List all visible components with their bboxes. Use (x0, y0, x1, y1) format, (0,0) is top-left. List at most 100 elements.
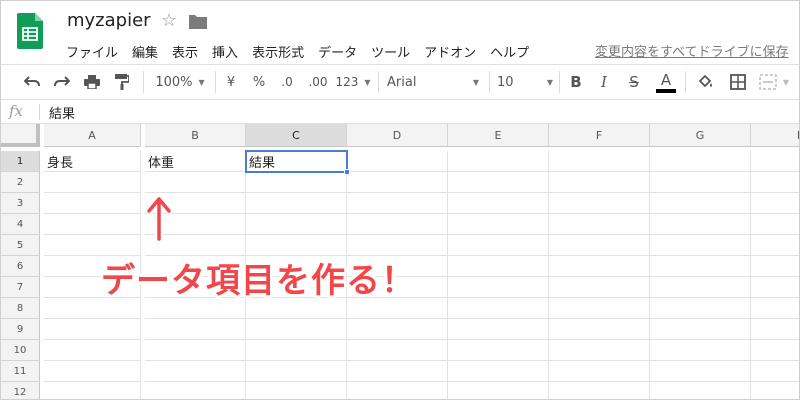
cell-a2[interactable] (44, 172, 141, 193)
menu-format[interactable]: 表示形式 (245, 40, 311, 62)
cell-c3[interactable] (246, 193, 347, 214)
bold-button[interactable]: B (567, 65, 585, 99)
cell-h2[interactable] (751, 172, 799, 193)
cell-f6[interactable] (549, 256, 650, 277)
cell-a3[interactable] (44, 193, 141, 214)
cell-b11[interactable] (145, 361, 246, 382)
cell-d4[interactable] (347, 214, 448, 235)
formula-input[interactable]: 結果 (49, 103, 75, 122)
cell-g5[interactable] (650, 235, 751, 256)
row-header-5[interactable]: 5 (1, 235, 40, 256)
cell-g11[interactable] (650, 361, 751, 382)
cell-h6[interactable] (751, 256, 799, 277)
percent-format-button[interactable]: % (249, 65, 269, 99)
column-header-h[interactable]: H (751, 124, 799, 147)
cell-e3[interactable] (448, 193, 549, 214)
cell-e7[interactable] (448, 277, 549, 298)
row-header-12[interactable]: 12 (1, 382, 40, 399)
increase-decimal-button[interactable]: .00 (305, 65, 331, 99)
cell-g7[interactable] (650, 277, 751, 298)
row-header-9[interactable]: 9 (1, 319, 40, 340)
cell-g2[interactable] (650, 172, 751, 193)
cell-f12[interactable] (549, 382, 650, 399)
cell-e10[interactable] (448, 340, 549, 361)
cell-b12[interactable] (145, 382, 246, 399)
cell-d11[interactable] (347, 361, 448, 382)
cell-c1[interactable]: 結果 (246, 151, 347, 172)
fill-handle[interactable] (344, 169, 350, 175)
column-header-a[interactable]: A (44, 124, 141, 147)
cell-g3[interactable] (650, 193, 751, 214)
cell-g8[interactable] (650, 298, 751, 319)
cell-a10[interactable] (44, 340, 141, 361)
select-all-corner[interactable] (1, 124, 40, 147)
cell-f11[interactable] (549, 361, 650, 382)
cell-b10[interactable] (145, 340, 246, 361)
redo-icon[interactable] (51, 65, 73, 99)
row-header-6[interactable]: 6 (1, 256, 40, 277)
cell-e9[interactable] (448, 319, 549, 340)
column-header-d[interactable]: D (347, 124, 448, 147)
menu-view[interactable]: 表示 (165, 40, 205, 62)
zoom-select[interactable]: 100% ▼ (151, 65, 209, 99)
cell-b2[interactable] (145, 172, 246, 193)
decrease-decimal-button[interactable]: .0 (277, 65, 297, 99)
text-color-button[interactable]: A (655, 65, 677, 99)
row-header-10[interactable]: 10 (1, 340, 40, 361)
cell-a1[interactable]: 身長 (44, 151, 141, 172)
print-icon[interactable] (81, 65, 103, 99)
fill-color-icon[interactable] (695, 65, 717, 99)
column-header-g[interactable]: G (650, 124, 751, 147)
cell-h11[interactable] (751, 361, 799, 382)
cell-c9[interactable] (246, 319, 347, 340)
cell-f4[interactable] (549, 214, 650, 235)
font-select[interactable]: Arial ▼ (387, 65, 479, 99)
cell-h9[interactable] (751, 319, 799, 340)
star-icon[interactable]: ☆ (161, 10, 177, 31)
menu-help[interactable]: ヘルプ (483, 40, 536, 62)
column-header-c[interactable]: C (246, 124, 347, 147)
cell-a12[interactable] (44, 382, 141, 399)
cell-g9[interactable] (650, 319, 751, 340)
cell-e4[interactable] (448, 214, 549, 235)
cell-g1[interactable] (650, 151, 751, 172)
menu-data[interactable]: データ (311, 40, 364, 62)
row-header-3[interactable]: 3 (1, 193, 40, 214)
menu-edit[interactable]: 編集 (125, 40, 165, 62)
merge-cells-icon[interactable]: ▼ (757, 65, 791, 99)
number-format-select[interactable]: 123 ▼ (335, 65, 371, 99)
cell-h1[interactable] (751, 151, 799, 172)
cell-c4[interactable] (246, 214, 347, 235)
cell-d9[interactable] (347, 319, 448, 340)
cell-h7[interactable] (751, 277, 799, 298)
row-header-8[interactable]: 8 (1, 298, 40, 319)
cell-f5[interactable] (549, 235, 650, 256)
paint-format-icon[interactable] (111, 65, 133, 99)
cell-b1[interactable]: 体重 (145, 151, 246, 172)
cell-e11[interactable] (448, 361, 549, 382)
cell-f7[interactable] (549, 277, 650, 298)
cell-d2[interactable] (347, 172, 448, 193)
row-header-2[interactable]: 2 (1, 172, 40, 193)
cell-e12[interactable] (448, 382, 549, 399)
cell-g4[interactable] (650, 214, 751, 235)
row-header-1[interactable]: 1 (1, 151, 40, 172)
cell-g12[interactable] (650, 382, 751, 399)
column-header-e[interactable]: E (448, 124, 549, 147)
cell-f8[interactable] (549, 298, 650, 319)
row-header-11[interactable]: 11 (1, 361, 40, 382)
cell-d1[interactable] (347, 151, 448, 172)
column-header-f[interactable]: F (549, 124, 650, 147)
font-size-select[interactable]: 10 ▼ (497, 65, 553, 99)
borders-icon[interactable] (727, 65, 749, 99)
row-header-4[interactable]: 4 (1, 214, 40, 235)
cell-e8[interactable] (448, 298, 549, 319)
cell-f9[interactable] (549, 319, 650, 340)
cell-a11[interactable] (44, 361, 141, 382)
sheets-logo[interactable] (17, 13, 43, 49)
menu-file[interactable]: ファイル (59, 40, 125, 62)
row-header-7[interactable]: 7 (1, 277, 40, 298)
strikethrough-button[interactable]: S (625, 65, 643, 99)
cell-a4[interactable] (44, 214, 141, 235)
cell-g10[interactable] (650, 340, 751, 361)
